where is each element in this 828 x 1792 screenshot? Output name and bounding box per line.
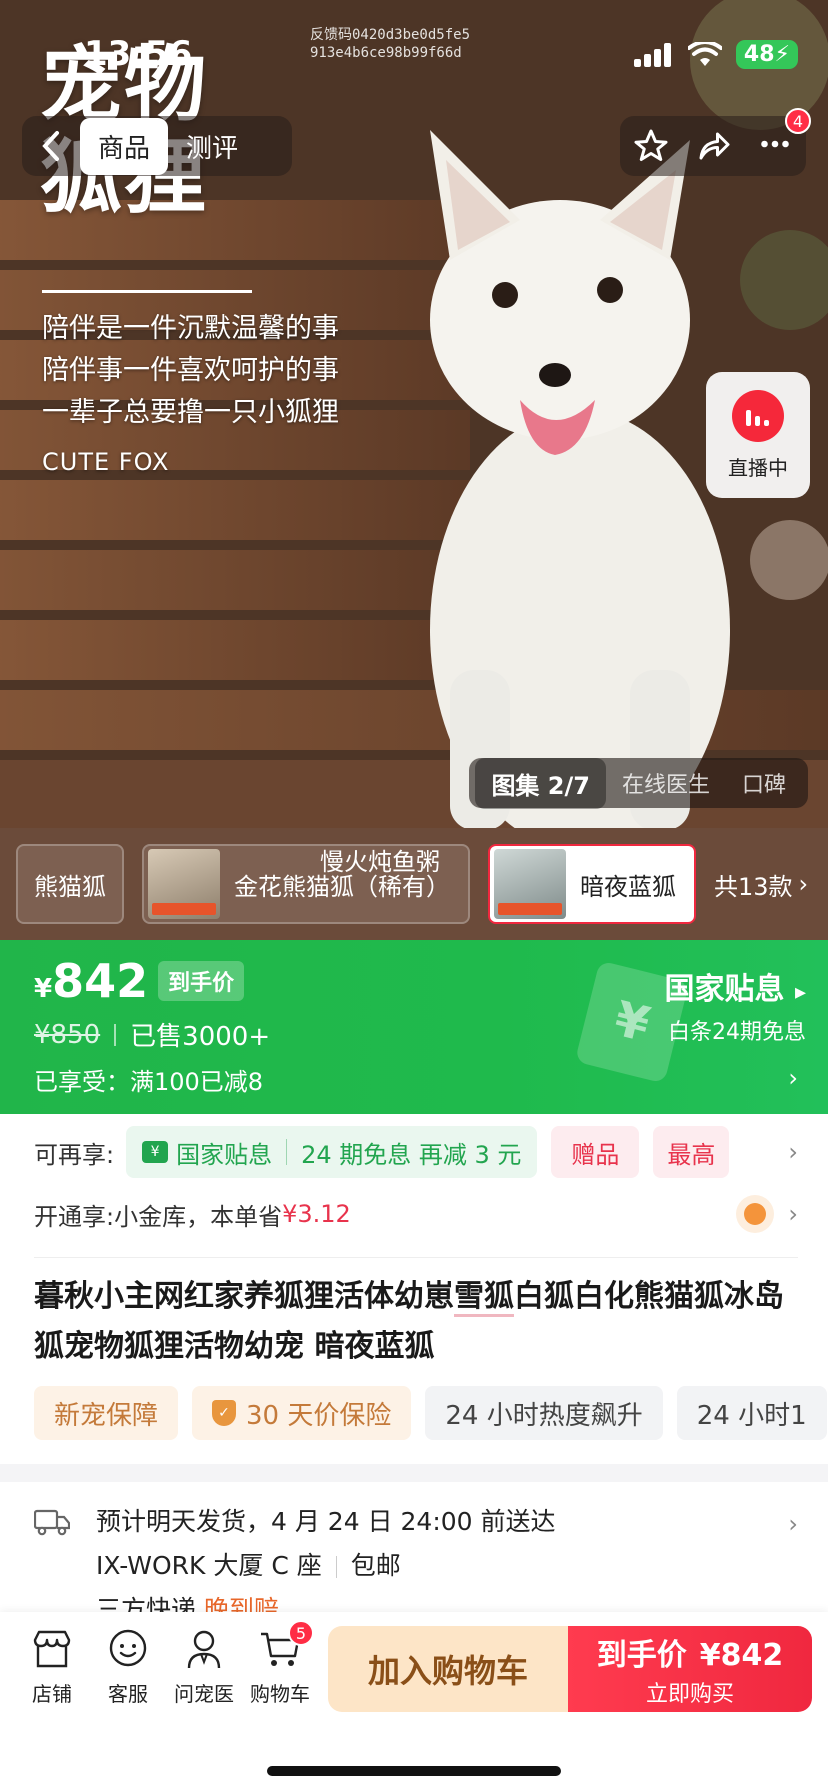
feedback-code: 反馈码0420d3be0d5fe5 913e4b6ce98b99f66d — [310, 27, 471, 61]
variant-thumbnail — [494, 849, 566, 919]
product-title: 暮秋小主网红家养狐狸活体幼崽雪狐白狐白化熊猫狐冰岛狐宠物狐狸活物幼宠 暗夜蓝狐 — [34, 1279, 784, 1364]
tab-reputation[interactable]: 口碑 — [726, 759, 802, 807]
cart-count-badge: 5 — [288, 1620, 314, 1646]
max-discount-pill[interactable]: 最高 — [653, 1126, 730, 1178]
home-indicator — [267, 1766, 561, 1776]
more-dots-icon — [761, 140, 789, 148]
top-nav-left: 商品 测评 — [22, 116, 292, 176]
more-menu-button[interactable]: 4 — [757, 108, 811, 166]
wifi-icon — [687, 41, 722, 66]
price-section[interactable]: ¥ 842 到手价 ¥850 已售3000+ 已享受：满100已减8 ¥ 国家贴… — [0, 940, 828, 1114]
shield-check-icon: ✓ — [212, 1400, 237, 1426]
status-time: 13:56 — [84, 34, 193, 74]
tab-review[interactable]: 测评 — [168, 118, 256, 175]
truck-icon — [34, 1509, 70, 1536]
variants-more-button[interactable]: 共13款 › — [714, 867, 808, 902]
chevron-right-icon[interactable]: › — [788, 1064, 798, 1092]
tab-gallery[interactable]: 图集 2/7 — [475, 757, 606, 809]
live-icon — [732, 389, 784, 442]
hero-poem: 陪伴是一件沉默温馨的事 陪伴事一件喜欢呵护的事 一辈子总要撸一只小狐狸 — [42, 313, 339, 428]
bottom-action-bar: 店铺 客服 问宠医 购物车 5 加入购物车 到手价 ¥842 立即购买 — [0, 1612, 828, 1792]
discount-info: 已享受：满100已减8 — [34, 1068, 264, 1096]
battery-indicator: 48⚡ — [735, 40, 798, 69]
gallery-tabs: 图集 2/7 在线医生 口碑 — [469, 757, 808, 809]
hero-subtitle: CUTE FOX — [42, 448, 170, 476]
status-icons: 48⚡ — [633, 40, 798, 69]
section-gap — [0, 1464, 828, 1482]
variant-item[interactable]: 熊猫狐 — [16, 844, 124, 924]
delivery-estimate: 预计明天发货，4 月 24 日 24:00 前送达 — [96, 1507, 556, 1536]
pet-doctor-button[interactable]: 问宠医 — [166, 1626, 242, 1707]
share-icon[interactable] — [695, 128, 731, 164]
store-button[interactable]: 店铺 — [14, 1626, 90, 1707]
customer-service-button[interactable]: 客服 — [90, 1626, 166, 1707]
divider — [34, 1257, 798, 1258]
purchase-buttons: 加入购物车 到手价 ¥842 立即购买 — [328, 1626, 812, 1712]
add-to-cart-button[interactable]: 加入购物车 — [328, 1626, 568, 1712]
original-price: ¥850 — [34, 1019, 101, 1050]
tag-trending[interactable]: 24 小时热度飙升 — [425, 1386, 663, 1440]
tab-product[interactable]: 商品 — [80, 117, 169, 175]
price-tag: 到手价 — [158, 961, 245, 1001]
live-label: 直播中 — [728, 455, 788, 480]
price-original-row: ¥850 已售3000+ — [34, 1016, 270, 1053]
delivery-address: IX-WORK 大厦 C 座包邮 — [96, 1551, 401, 1580]
chat-face-icon — [109, 1629, 147, 1667]
cart-button[interactable]: 购物车 5 — [242, 1620, 318, 1707]
notification-badge: 4 — [785, 108, 811, 134]
chevron-right-icon: ▸ — [794, 980, 806, 1005]
jinku-row[interactable]: 开通享: 小金库，本单省 ¥3.12 › — [34, 1186, 798, 1242]
chevron-right-icon: › — [788, 1138, 798, 1166]
service-tags: 新宠保障 ✓ 30 天价保险 24 小时热度飙升 24 小时1 — [34, 1386, 827, 1440]
doctor-icon — [187, 1630, 221, 1669]
tag-new-pet-guarantee[interactable]: 新宠保障 — [34, 1386, 179, 1440]
cellular-signal-icon — [633, 42, 671, 67]
chevron-right-icon: › — [798, 870, 809, 898]
gov-subsidy[interactable]: 国家贴息 ▸ 白条24期免息 — [665, 964, 807, 1046]
back-button[interactable] — [22, 116, 80, 176]
live-comment-overlay: 慢火炖鱼粥 — [320, 848, 440, 876]
buy-now-button[interactable]: 到手价 ¥842 立即购买 — [568, 1626, 812, 1712]
jinku-icon — [736, 1195, 775, 1233]
tag-price-protection[interactable]: ✓ 30 天价保险 — [192, 1386, 412, 1440]
promotion-row[interactable]: 可再享: ¥ 国家贴息 24 期免息 再减 3 元 赠品 最高 › — [34, 1124, 798, 1180]
gift-pill[interactable]: 赠品 — [551, 1126, 640, 1178]
chevron-right-icon: › — [788, 1200, 798, 1228]
tab-online-doctor[interactable]: 在线医生 — [606, 759, 726, 807]
chevron-left-icon — [42, 131, 59, 161]
store-icon — [33, 1630, 71, 1668]
top-nav-right: 4 — [620, 108, 811, 176]
variant-item-selected[interactable]: 暗夜蓝狐 — [488, 844, 696, 924]
coupon-icon: ¥ — [142, 1141, 169, 1163]
live-stream-button[interactable]: 直播中 — [706, 372, 810, 498]
tag-trending-2[interactable]: 24 小时1 — [676, 1386, 827, 1440]
star-favorite-icon[interactable] — [633, 128, 669, 164]
variant-thumbnail — [148, 849, 220, 919]
hero-divider — [42, 290, 252, 293]
gov-subsidy-pill[interactable]: ¥ 国家贴息 24 期免息 再减 3 元 — [126, 1126, 538, 1178]
sold-count: 已售3000+ — [130, 1022, 271, 1052]
price: ¥ 842 到手价 — [34, 954, 245, 1008]
